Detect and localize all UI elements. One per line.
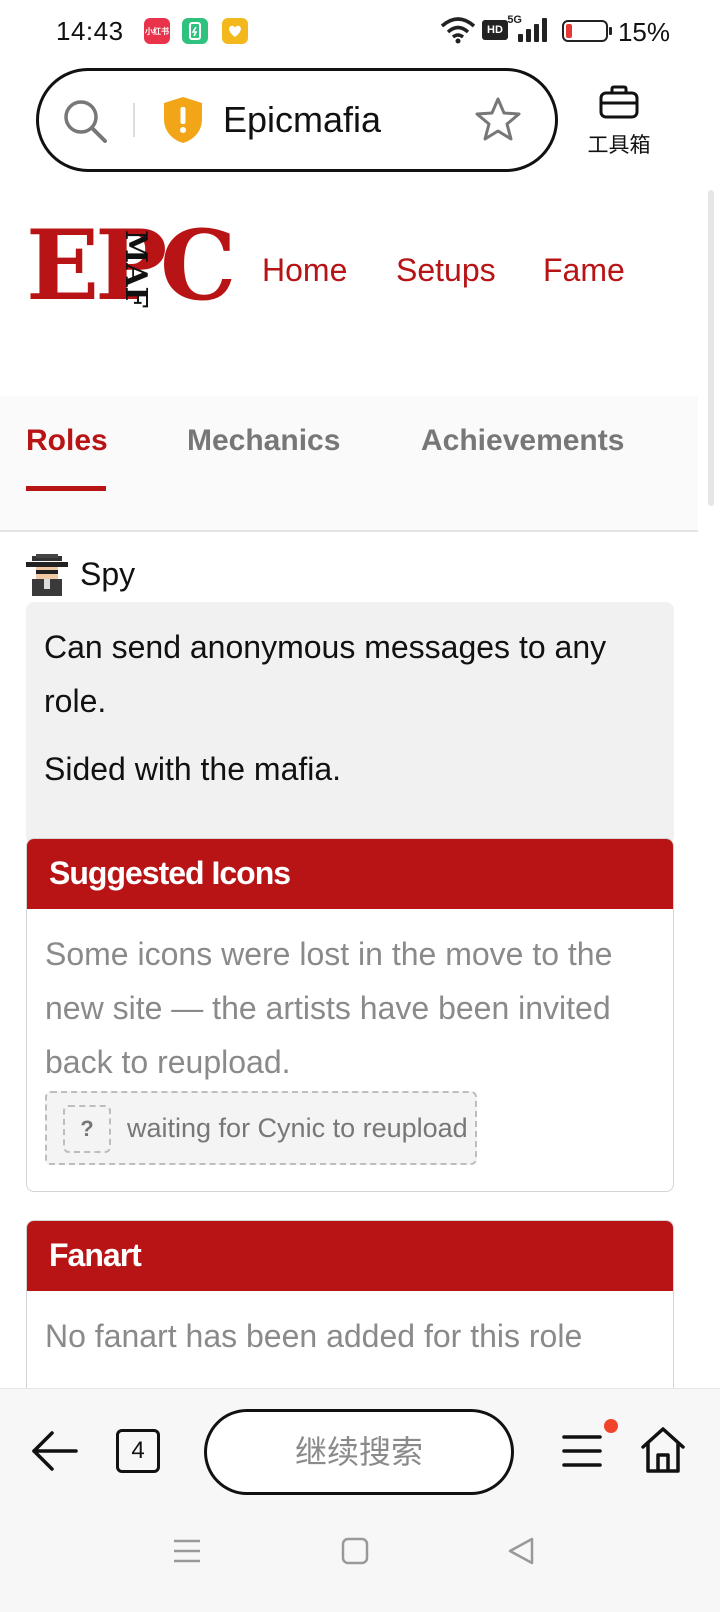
- tab-achievements[interactable]: Achievements: [421, 424, 624, 458]
- suggested-icons-note: Some icons were lost in the move to the …: [45, 936, 613, 1080]
- xiaohongshu-app-icon: 小红书: [144, 18, 170, 44]
- epic-mafia-logo[interactable]: EP MAFIA C: [26, 218, 236, 314]
- back-arrow-icon[interactable]: [30, 1429, 80, 1473]
- fanart-empty-text: No fanart has been added for this role: [45, 1318, 583, 1354]
- logo-mafia-text: MAFIA: [122, 230, 153, 308]
- suggested-icons-title: Suggested Icons: [27, 839, 673, 909]
- tab-roles[interactable]: Roles: [26, 424, 108, 458]
- tab-mechanics[interactable]: Mechanics: [187, 424, 340, 458]
- menu-icon[interactable]: [560, 1429, 604, 1473]
- status-time: 14:43: [56, 16, 124, 46]
- address-site-title[interactable]: Epicmafia: [223, 99, 381, 141]
- nav-fame-link[interactable]: Fame: [543, 252, 625, 289]
- heart-app-icon: [222, 18, 248, 44]
- role-description-box: Can send anonymous messages to any role.…: [26, 602, 674, 844]
- security-shield-icon[interactable]: [161, 95, 205, 145]
- pending-icon-text: waiting for Cynic to reupload: [127, 1113, 468, 1143]
- status-bar: 14:43 小红书 HD 5G 15%: [0, 0, 720, 66]
- toolbox-button[interactable]: 工具箱: [584, 84, 654, 159]
- address-bar[interactable]: Epicmafia: [36, 68, 558, 172]
- fanart-title: Fanart: [27, 1221, 673, 1291]
- role-name: Spy: [80, 556, 136, 592]
- wifi-icon: [440, 17, 476, 44]
- home-icon[interactable]: [638, 1425, 688, 1475]
- page-scrollbar[interactable]: [708, 190, 714, 506]
- role-description: Can send anonymous messages to any role.: [44, 629, 607, 719]
- nav-home-link[interactable]: Home: [262, 252, 347, 289]
- role-header: Spy: [26, 554, 135, 598]
- tab-count-button[interactable]: 4: [116, 1429, 160, 1473]
- bookmark-star-icon[interactable]: [473, 95, 523, 145]
- question-mark-icon: ?: [63, 1105, 111, 1153]
- role-alignment: Sided with the mafia.: [44, 751, 342, 787]
- home-nav-icon[interactable]: [340, 1536, 370, 1566]
- menu-notification-dot: [604, 1419, 618, 1433]
- nav-setups-link[interactable]: Setups: [396, 252, 496, 289]
- status-indicators: HD 5G 15%: [420, 14, 720, 50]
- toolbox-icon: [599, 85, 639, 119]
- address-separator: [133, 103, 135, 137]
- pending-icon-placeholder: ? waiting for Cynic to reupload: [45, 1091, 477, 1165]
- svg-text:MAFIA: MAFIA: [122, 230, 153, 308]
- system-navigation-bar: [0, 1532, 720, 1592]
- search-icon[interactable]: [61, 97, 109, 145]
- signal-icon: [516, 18, 550, 42]
- back-nav-icon[interactable]: [506, 1536, 536, 1566]
- battery-icon: [562, 20, 612, 42]
- active-tab-indicator: [26, 486, 106, 491]
- role-tabs: Roles Mechanics Achievements: [0, 396, 698, 532]
- suggested-icons-card: Suggested Icons Some icons were lost in …: [26, 838, 674, 1192]
- battery-app-icon: [182, 18, 208, 44]
- hd-icon: HD: [482, 20, 508, 40]
- battery-percent: 15%: [617, 17, 670, 47]
- battery-level-fill: [566, 24, 572, 38]
- spy-role-icon: [26, 554, 68, 596]
- continue-search-button[interactable]: 继续搜索: [204, 1409, 514, 1495]
- toolbox-label: 工具箱: [587, 134, 651, 157]
- recent-apps-icon[interactable]: [172, 1536, 202, 1566]
